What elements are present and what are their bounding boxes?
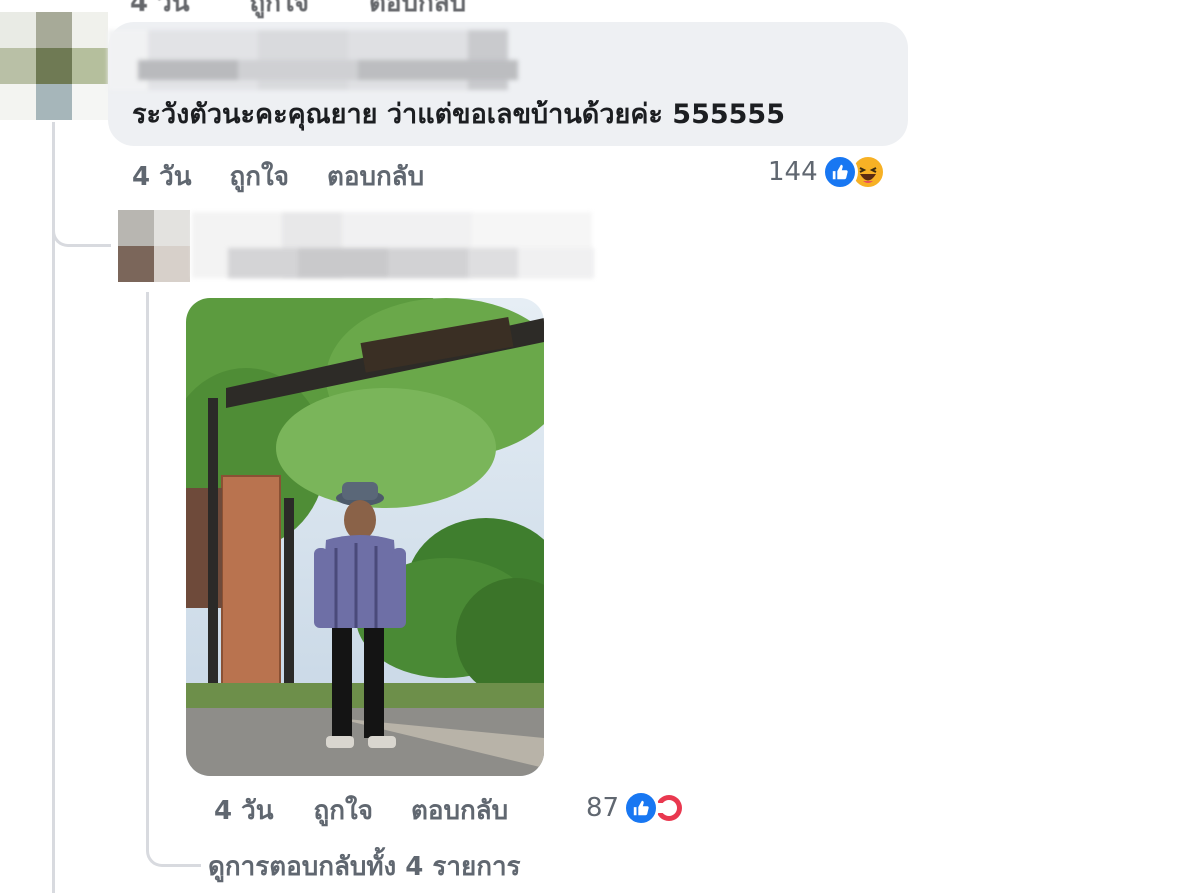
thread-connector-view-more (146, 820, 201, 867)
photo-scene (186, 298, 544, 776)
reply-reaction-count: 87 (586, 793, 620, 823)
comment-bubble: ระวังตัวนะคะคุณยาย ว่าแต่ขอเลขบ้านด้วยค่… (108, 22, 908, 146)
previous-time[interactable]: 4 วัน (130, 0, 190, 23)
reply-time[interactable]: 4 วัน (214, 790, 274, 831)
reply-photo[interactable] (186, 298, 544, 776)
previous-like-button[interactable]: ถูกใจ (250, 0, 309, 23)
reply-reactions[interactable]: 87 (586, 790, 688, 826)
commenter-avatar[interactable] (0, 12, 108, 120)
comment-actions: 4 วัน ถูกใจ ตอบกลับ (132, 156, 424, 197)
reaction-count: 144 (768, 157, 818, 187)
reply-reply-button[interactable]: ตอบกลับ (411, 790, 508, 831)
comment-text: ระวังตัวนะคะคุณยาย ว่าแต่ขอเลขบ้านด้วยค่… (132, 99, 785, 130)
thread-connector-reply (52, 200, 111, 247)
previous-comment-actions: 4 วัน ถูกใจ ตอบกลับ (130, 0, 466, 23)
like-icon (821, 154, 858, 190)
comment-reply-button[interactable]: ตอบกลับ (327, 156, 424, 197)
comment-thread: 4 วัน ถูกใจ ตอบกลับ ระวังตัวนะคะคุณยาย ว… (0, 0, 1200, 893)
replier-avatar[interactable] (118, 210, 190, 282)
comment-reactions[interactable]: 144 (768, 154, 886, 190)
previous-reply-button[interactable]: ตอบกลับ (369, 0, 466, 23)
like-icon (623, 790, 660, 826)
replier-name-blurred-sub (228, 248, 594, 278)
comment-like-button[interactable]: ถูกใจ (230, 156, 289, 197)
view-all-replies-link[interactable]: ดูการตอบกลับทั้ง 4 รายการ (208, 846, 521, 887)
commenter-name-blurred-sub (138, 60, 518, 80)
thread-line-reply (146, 292, 149, 832)
comment-time[interactable]: 4 วัน (132, 156, 192, 197)
reply-like-button[interactable]: ถูกใจ (314, 790, 373, 831)
reply-actions: 4 วัน ถูกใจ ตอบกลับ (214, 790, 508, 831)
